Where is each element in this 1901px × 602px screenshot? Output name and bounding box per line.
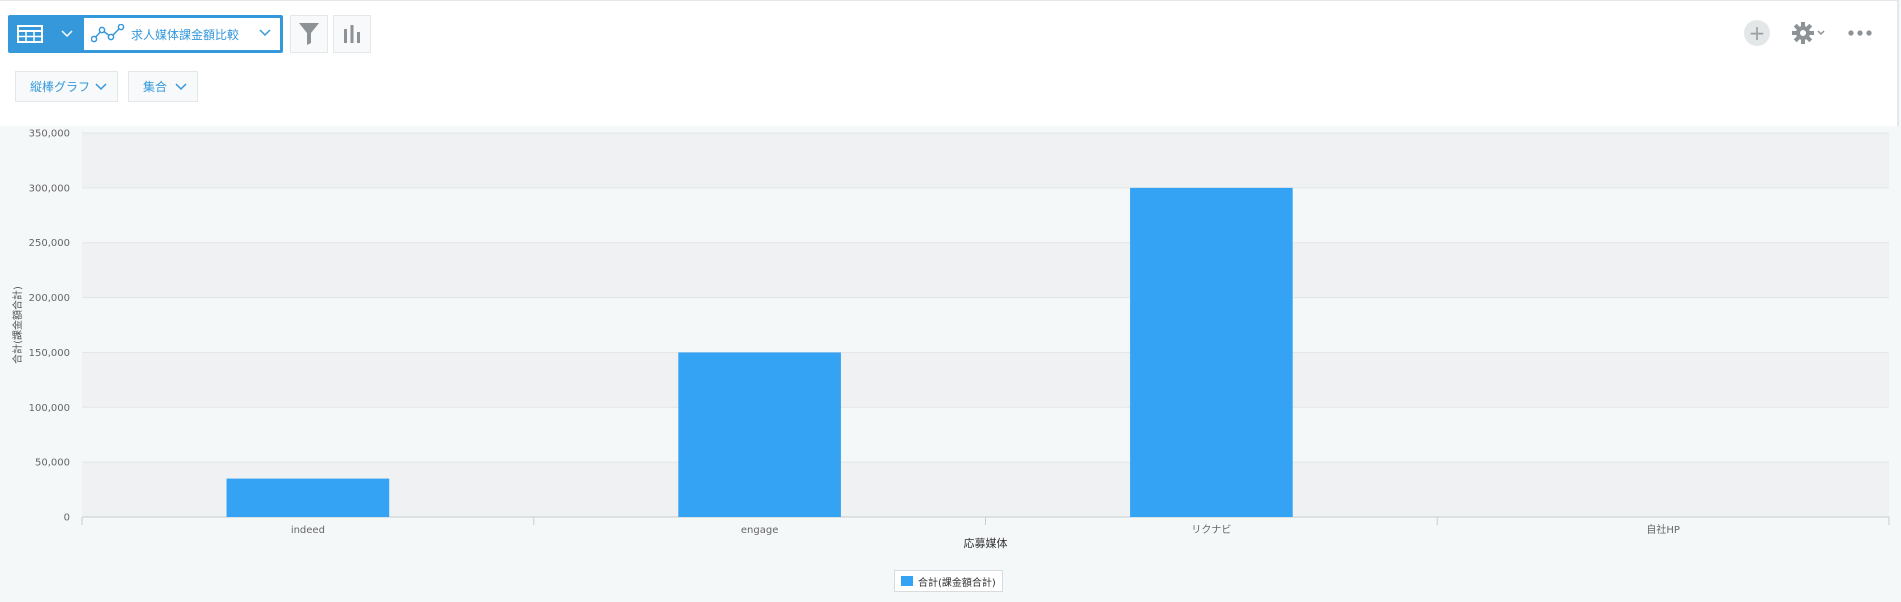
table-view-button[interactable] [8, 15, 52, 53]
bar-chart: 0 50,000 100,000 150,000 200,000 250,000 300,0… [11, 129, 1890, 550]
report-toolbar: 求人媒体課金額比較 縦棒グラフ 集合 + [0, 0, 1899, 126]
y-tick-label: 150,000 [29, 348, 70, 359]
bar [678, 352, 841, 517]
filter-icon [299, 23, 319, 45]
settings-button[interactable] [1790, 20, 1830, 46]
filter-button[interactable] [290, 15, 328, 53]
bar [226, 478, 390, 517]
x-tick-label: 自社HP [1646, 523, 1680, 536]
more-icon [1848, 30, 1872, 36]
chart-type-dropdown[interactable]: 縦棒グラフ [15, 71, 118, 102]
chevron-down-icon [1817, 30, 1825, 36]
grid-band [82, 297, 1889, 353]
bar-chart-icon [344, 25, 360, 43]
add-button[interactable]: + [1744, 20, 1770, 46]
plus-icon: + [1744, 20, 1770, 46]
chevron-down-icon [259, 29, 271, 37]
grid-band [82, 352, 1889, 408]
grid-band [82, 242, 1889, 298]
gear-icon [1792, 22, 1825, 44]
y-axis-title: 合計(課金額合計) [11, 286, 24, 364]
table-icon [17, 25, 43, 43]
y-tick-label: 300,000 [29, 183, 70, 194]
view-switcher: 求人媒体課金額比較 [8, 15, 283, 53]
y-tick-label: 250,000 [29, 238, 70, 249]
line-chart-icon [91, 24, 125, 43]
y-tick-label: 100,000 [29, 403, 70, 414]
more-options-button[interactable] [1848, 27, 1872, 39]
x-tick-label: リクナビ [1191, 524, 1231, 536]
y-tick-label: 50,000 [35, 458, 70, 469]
chart-type-label: 縦棒グラフ [30, 80, 91, 94]
y-tick-label: 0 [64, 513, 70, 524]
chevron-down-icon [61, 30, 73, 38]
selected-chart-name: 求人媒体課金額比較 [131, 27, 240, 42]
x-axis-title: 応募媒体 [964, 536, 1008, 550]
aggregation-label: 集合 [143, 80, 168, 94]
y-tick-label: 200,000 [29, 293, 70, 304]
x-tick-label: engage [741, 525, 778, 536]
view-menu-button[interactable] [52, 15, 82, 53]
chevron-down-icon [175, 83, 187, 91]
x-tick-label: indeed [291, 525, 325, 536]
legend-swatch [901, 576, 913, 586]
grid-band [82, 407, 1889, 463]
chart-select[interactable]: 求人媒体課金額比較 [84, 18, 280, 50]
graph-settings-button[interactable] [333, 15, 371, 53]
chevron-down-icon [95, 83, 107, 91]
aggregation-dropdown[interactable]: 集合 [128, 71, 198, 102]
legend-label: 合計(課金額合計) [918, 577, 996, 589]
grid-band [82, 133, 1889, 188]
bar [1130, 187, 1293, 517]
y-tick-label: 350,000 [29, 129, 70, 140]
grid-band [82, 187, 1889, 243]
chart-legend[interactable]: 合計(課金額合計) [894, 570, 1003, 592]
chart-area: 0 50,000 100,000 150,000 200,000 250,000 300,0… [0, 126, 1901, 598]
